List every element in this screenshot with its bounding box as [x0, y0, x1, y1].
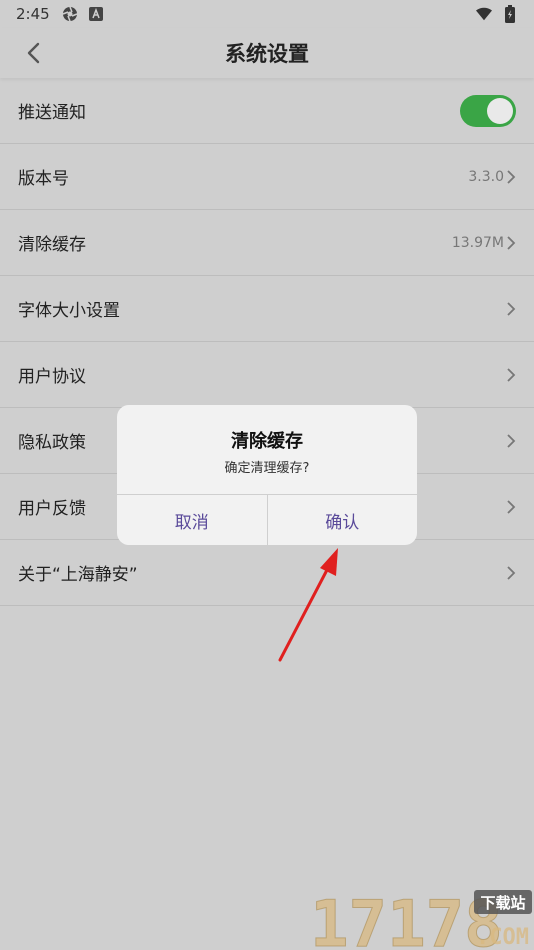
back-button[interactable]	[20, 40, 46, 66]
settings-item-label: 用户协议	[18, 367, 86, 387]
status-bar: 2:45	[0, 0, 534, 28]
status-time: 2:45	[16, 5, 50, 23]
cancel-button[interactable]: 取消	[117, 495, 267, 545]
app-notification-icon	[62, 6, 78, 22]
settings-item-label: 字体大小设置	[18, 301, 120, 321]
dialog-title: 清除缓存	[231, 431, 303, 452]
wifi-icon	[476, 6, 492, 22]
settings-item-label: 关于“上海静安”	[18, 565, 138, 585]
confirm-button[interactable]: 确认	[266, 495, 418, 545]
chevron-right-icon	[506, 235, 516, 251]
dialog-message: 确定清理缓存?	[224, 461, 310, 476]
chevron-right-icon	[506, 301, 516, 317]
watermark-badge: 下载站	[480, 894, 525, 912]
settings-item-about[interactable]: 关于“上海静安”	[0, 540, 534, 606]
settings-item-label: 清除缓存	[18, 235, 86, 255]
settings-item-push: 推送通知	[0, 78, 534, 144]
settings-item-label: 用户反馈	[18, 499, 86, 519]
cache-size-value: 13.97M	[451, 234, 504, 251]
push-notification-toggle[interactable]	[460, 94, 516, 127]
chevron-right-icon	[506, 565, 516, 581]
version-value: 3.3.0	[468, 168, 504, 185]
settings-item-version[interactable]: 版本号 3.3.0	[0, 144, 534, 210]
watermark-number: 17178	[310, 888, 503, 950]
settings-item-cache[interactable]: 清除缓存 13.97M	[0, 210, 534, 276]
chevron-right-icon	[506, 499, 516, 515]
site-watermark-logo: 17178 下载站 .COM	[310, 888, 532, 950]
clear-cache-dialog: 清除缓存 确定清理缓存? 取消 确认	[117, 405, 417, 545]
chevron-right-icon	[506, 367, 516, 383]
settings-item-label: 隐私政策	[18, 433, 86, 453]
chevron-left-icon	[27, 42, 40, 64]
chevron-right-icon	[506, 433, 516, 449]
watermark-domain: .COM	[476, 925, 529, 950]
a-notification-icon	[88, 6, 104, 22]
dialog-button-row: 取消 确认	[117, 494, 417, 545]
chevron-right-icon	[506, 169, 516, 185]
settings-item-user-agreement[interactable]: 用户协议	[0, 342, 534, 408]
navigation-bar: 系统设置	[0, 28, 534, 78]
settings-item-font-size[interactable]: 字体大小设置	[0, 276, 534, 342]
battery-icon	[502, 5, 518, 23]
settings-item-label: 推送通知	[18, 103, 86, 123]
page-title: 系统设置	[225, 42, 309, 66]
red-arrow-icon	[278, 548, 338, 662]
settings-item-label: 版本号	[18, 169, 69, 189]
toggle-knob	[487, 97, 513, 124]
